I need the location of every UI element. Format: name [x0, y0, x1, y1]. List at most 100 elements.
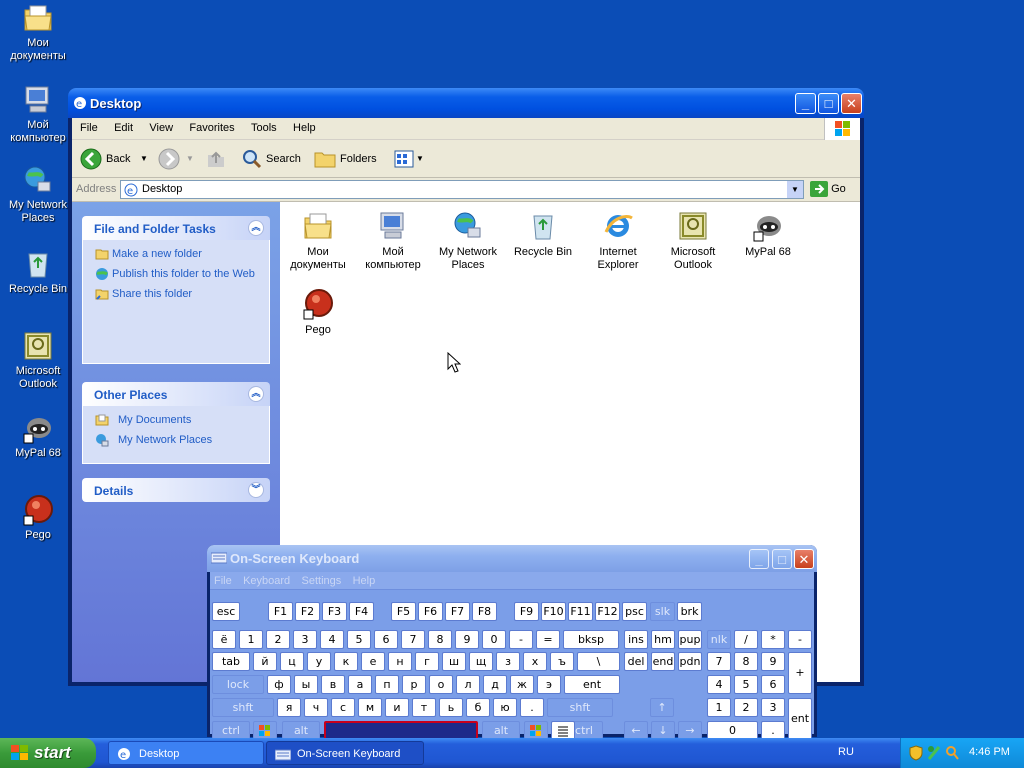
- key-20[interactable]: -: [788, 630, 812, 649]
- key-f2[interactable]: F2: [295, 602, 320, 621]
- menu-view[interactable]: View: [144, 118, 178, 138]
- menu-settings[interactable]: Settings: [298, 572, 346, 587]
- key-17[interactable]: 7: [707, 652, 731, 671]
- file-item[interactable]: Microsoft Outlook: [655, 210, 731, 272]
- key-13[interactable]: bksp: [563, 630, 619, 649]
- key-4[interactable]: к: [334, 652, 358, 671]
- key-0[interactable]: lock: [212, 675, 264, 694]
- chevron-down-icon[interactable]: ▼: [186, 146, 194, 172]
- desktop-icon[interactable]: MyPal 68: [0, 412, 76, 460]
- key-7[interactable]: г: [415, 652, 439, 671]
- back-button[interactable]: Back ▼: [78, 146, 148, 172]
- key-11[interactable]: э: [537, 675, 561, 694]
- key-f4[interactable]: F4: [349, 602, 374, 621]
- place-network-places[interactable]: My Network Places: [95, 432, 269, 452]
- key-16[interactable]: pup: [678, 630, 702, 649]
- address-input[interactable]: e Desktop ▼: [120, 180, 804, 199]
- key-2[interactable]: ч: [304, 698, 328, 717]
- go-button[interactable]: Go: [810, 181, 846, 197]
- start-button[interactable]: start: [0, 738, 96, 768]
- key-3[interactable]: 3: [293, 630, 317, 649]
- key-f11[interactable]: F11: [568, 602, 593, 621]
- key-9[interactable]: д: [483, 675, 507, 694]
- views-button[interactable]: ▼: [390, 146, 426, 172]
- task-share-folder[interactable]: Share this folder: [95, 286, 269, 306]
- key-8[interactable]: л: [456, 675, 480, 694]
- key-11[interactable]: х: [523, 652, 547, 671]
- task-publish-web[interactable]: Publish this folder to the Web: [95, 266, 269, 286]
- panel-header[interactable]: File and Folder Tasks ︽: [82, 216, 270, 240]
- key-16[interactable]: ent: [788, 698, 812, 740]
- key-13[interactable]: 1: [707, 698, 731, 717]
- key-0[interactable]: tab: [212, 652, 250, 671]
- key-6[interactable]: н: [388, 652, 412, 671]
- close-button[interactable]: ✕: [794, 549, 814, 569]
- shield-icon[interactable]: [909, 745, 923, 761]
- key-5[interactable]: 5: [347, 630, 371, 649]
- clock[interactable]: 4:46 PM: [969, 746, 1010, 758]
- key-3[interactable]: у: [307, 652, 331, 671]
- desktop-icon[interactable]: Pego: [0, 494, 76, 542]
- desktop-icon[interactable]: My Network Places: [0, 164, 76, 225]
- file-item[interactable]: My Network Places: [430, 210, 506, 272]
- key-f7[interactable]: F7: [445, 602, 470, 621]
- key-3[interactable]: с: [331, 698, 355, 717]
- key-1[interactable]: я: [277, 698, 301, 717]
- key-15[interactable]: end: [651, 652, 675, 671]
- task-osk[interactable]: On-Screen Keyboard: [266, 741, 424, 765]
- key-4[interactable]: а: [348, 675, 372, 694]
- key-1[interactable]: ф: [267, 675, 291, 694]
- collapse-icon[interactable]: ︽: [248, 220, 264, 236]
- key-f1[interactable]: F1: [268, 602, 293, 621]
- desktop-icon[interactable]: Мой компьютер: [0, 84, 76, 145]
- key-2[interactable]: ы: [294, 675, 318, 694]
- search-icon[interactable]: [945, 745, 959, 761]
- expand-icon[interactable]: ︾: [248, 482, 264, 498]
- key-9[interactable]: ю: [493, 698, 517, 717]
- network-icon[interactable]: [927, 745, 941, 761]
- key-13[interactable]: 4: [707, 675, 731, 694]
- key-f12[interactable]: F12: [595, 602, 620, 621]
- chevron-down-icon[interactable]: ▼: [416, 146, 424, 172]
- key-psc[interactable]: psc: [622, 602, 647, 621]
- maximize-button[interactable]: □: [818, 93, 839, 114]
- collapse-icon[interactable]: ︽: [248, 386, 264, 402]
- key-15[interactable]: hm: [651, 630, 675, 649]
- key-0[interactable]: shft: [212, 698, 274, 717]
- key-8[interactable]: 8: [428, 630, 452, 649]
- key-12[interactable]: =: [536, 630, 560, 649]
- key-f3[interactable]: F3: [322, 602, 347, 621]
- file-item[interactable]: Pego: [280, 288, 356, 337]
- key-0[interactable]: ё: [212, 630, 236, 649]
- panel-header[interactable]: Details ︾: [82, 478, 270, 502]
- key-12[interactable]: ↑: [650, 698, 674, 717]
- task-desktop[interactable]: e Desktop: [108, 741, 264, 765]
- key-f10[interactable]: F10: [541, 602, 566, 621]
- key-slk[interactable]: slk: [650, 602, 675, 621]
- task-make-new-folder[interactable]: Make a new folder: [95, 246, 269, 266]
- key-f5[interactable]: F5: [391, 602, 416, 621]
- key-8[interactable]: б: [466, 698, 490, 717]
- key-6[interactable]: р: [402, 675, 426, 694]
- menu-file[interactable]: File: [210, 572, 236, 587]
- menu-help[interactable]: Help: [349, 572, 380, 587]
- key-6[interactable]: 6: [374, 630, 398, 649]
- menu-file[interactable]: File: [75, 118, 103, 138]
- key-5[interactable]: и: [385, 698, 409, 717]
- key-14[interactable]: 2: [734, 698, 758, 717]
- key-3[interactable]: в: [321, 675, 345, 694]
- key-4[interactable]: 4: [320, 630, 344, 649]
- file-item[interactable]: Мои документы: [280, 210, 356, 272]
- minimize-button[interactable]: _: [749, 549, 769, 569]
- desktop-icon[interactable]: Мои документы: [0, 2, 76, 63]
- file-item[interactable]: Internet Explorer: [580, 210, 656, 272]
- key-2[interactable]: ц: [280, 652, 304, 671]
- desktop-icon[interactable]: Recycle Bin: [0, 248, 76, 296]
- key-14[interactable]: ins: [624, 630, 648, 649]
- folders-button[interactable]: Folders: [312, 146, 378, 172]
- key-19[interactable]: *: [761, 630, 785, 649]
- key-18[interactable]: /: [734, 630, 758, 649]
- menu-tools[interactable]: Tools: [246, 118, 282, 138]
- key-7[interactable]: 7: [401, 630, 425, 649]
- key-10[interactable]: ж: [510, 675, 534, 694]
